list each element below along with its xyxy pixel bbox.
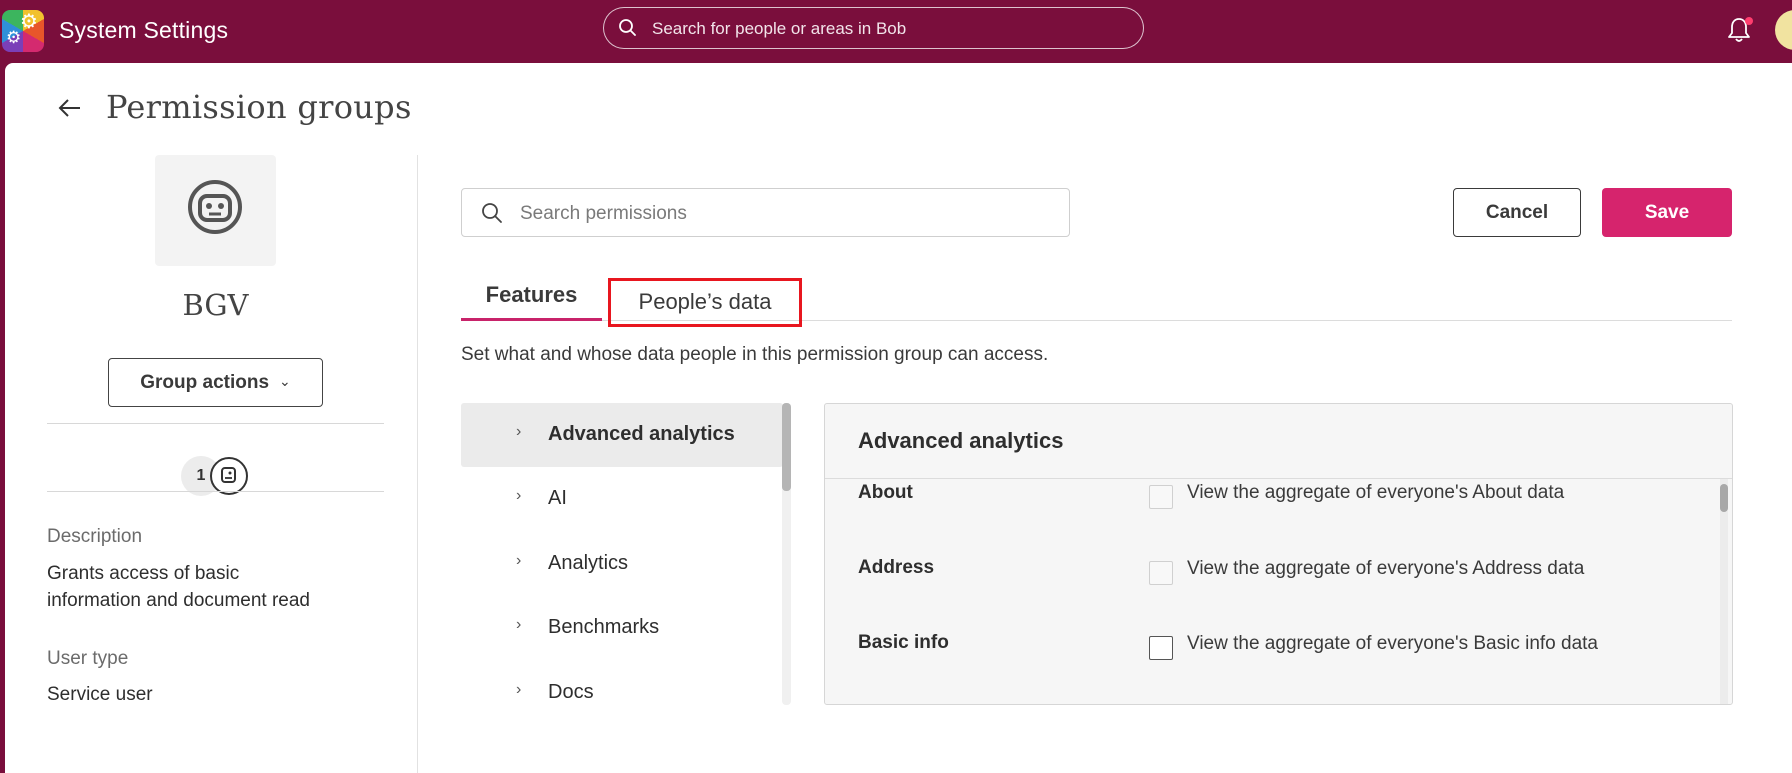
tab-features[interactable]: Features [461,282,602,322]
column-divider [417,155,418,773]
detail-title: Advanced analytics [858,428,1064,453]
app-title: System Settings [59,17,229,43]
permission-row-label: About [858,482,913,503]
category-label: Analytics [548,552,629,574]
group-actions-label: Group actions [140,372,270,393]
permission-checkbox[interactable] [1149,485,1173,509]
chevron-down-icon: ⌄ [279,373,291,389]
back-arrow-icon[interactable] [56,96,84,120]
permission-row-label: Address [858,557,935,578]
user-type-value: Service user [47,684,153,705]
notification-dot [1745,17,1753,25]
save-button[interactable]: Save [1602,188,1732,237]
search-icon [619,19,636,36]
permission-checkbox[interactable] [1149,561,1173,585]
group-actions-button[interactable]: Group actions ⌄ [108,358,323,407]
category-label: AI [548,487,567,509]
user-type-label: User type [47,648,129,669]
description-label: Description [47,526,143,547]
chevron-right-icon: › [516,681,522,698]
chevron-right-icon: › [516,423,522,440]
chevron-right-icon: › [516,616,522,633]
detail-scrollbar-thumb[interactable] [1720,484,1728,512]
category-item-advanced-analytics[interactable]: › Advanced analytics [461,403,783,467]
category-label: Docs [548,681,594,703]
search-permissions-placeholder: Search permissions [520,203,687,224]
divider [47,423,384,424]
permission-row-text: View the aggregate of everyone's Address… [1187,558,1585,579]
robot-icon [188,180,242,234]
permission-row-text: View the aggregate of everyone's About d… [1187,482,1565,503]
tab-peoples-data[interactable]: People’s data [608,278,802,327]
search-icon [482,203,502,223]
tab-description: Set what and whose data people in this p… [461,344,1049,365]
permission-row-text: View the aggregate of everyone's Basic i… [1187,633,1598,654]
search-permissions-input[interactable]: Search permissions [461,188,1070,237]
chevron-right-icon: › [516,487,522,504]
category-item-docs[interactable]: › Docs [461,661,783,705]
category-item-ai[interactable]: › AI [461,467,783,531]
divider [825,478,1732,479]
top-bar: ⚙ ⚙ System Settings Search for people or… [0,0,1792,62]
category-label: Benchmarks [548,616,660,638]
category-list: › Advanced analytics › AI › Analytics › … [461,403,783,705]
group-name: BGV [182,288,249,322]
description-line-1: Grants access of basic [47,563,240,584]
cancel-button[interactable]: Cancel [1453,188,1581,237]
description-line-2: information and document read [47,590,310,611]
permission-checkbox[interactable] [1149,636,1173,660]
settings-logo-icon[interactable]: ⚙ ⚙ [2,10,44,52]
global-search-input[interactable]: Search for people or areas in Bob [603,7,1144,49]
permission-row-label: Basic info [858,632,949,653]
category-label: Advanced analytics [548,423,735,445]
category-scrollbar-thumb[interactable] [782,403,791,491]
divider [47,491,384,492]
detail-scrollbar[interactable] [1720,479,1728,704]
category-item-analytics[interactable]: › Analytics [461,532,783,596]
global-search-placeholder: Search for people or areas in Bob [652,19,907,38]
category-item-benchmarks[interactable]: › Benchmarks [461,596,783,660]
user-avatar[interactable] [1775,10,1792,50]
permission-detail-panel: Advanced analytics About View the aggreg… [824,403,1733,705]
chevron-right-icon: › [516,552,522,569]
page-title: Permission groups [106,88,412,126]
group-avatar [155,155,276,266]
active-tab-indicator [461,318,602,321]
